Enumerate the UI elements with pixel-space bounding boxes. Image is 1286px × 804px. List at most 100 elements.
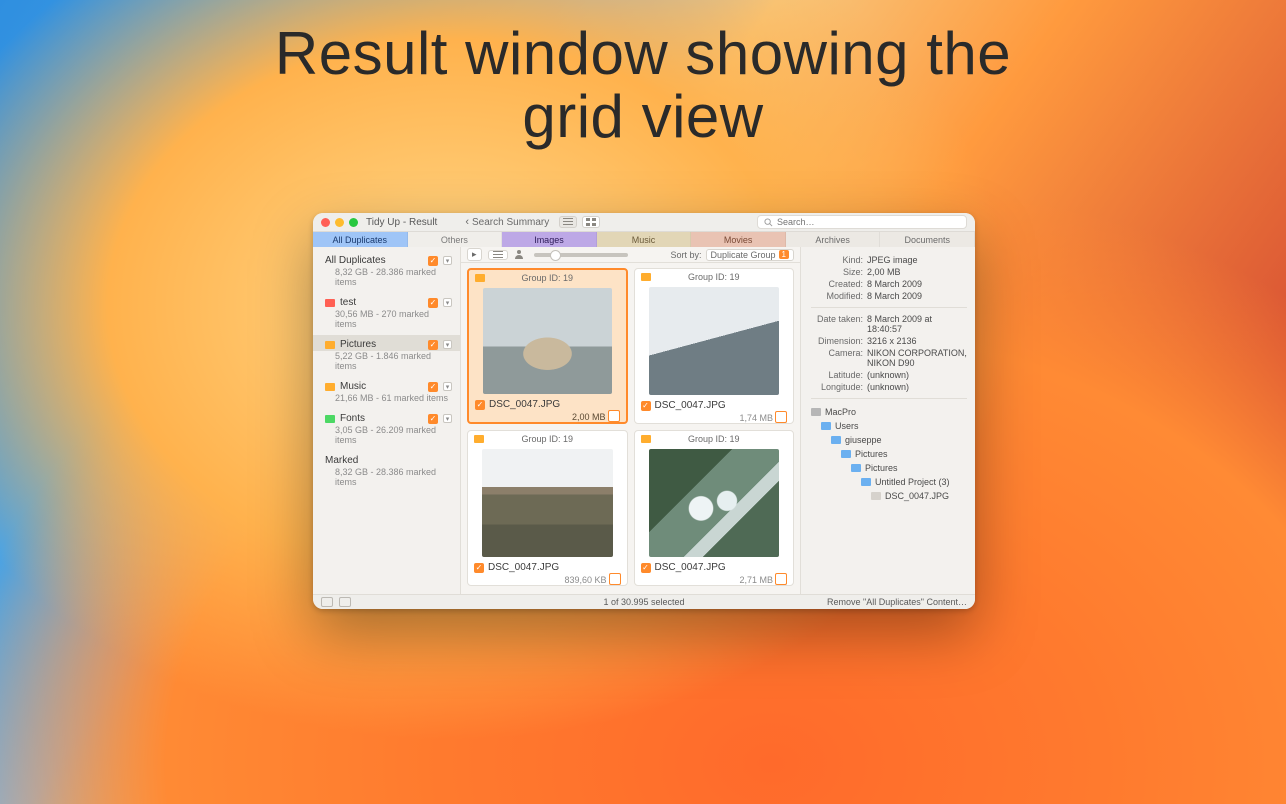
sidebar-item-marked[interactable]: Marked (313, 451, 460, 467)
duplicate-icon[interactable] (777, 575, 787, 585)
thumbnail[interactable] (649, 287, 780, 395)
tree-node[interactable]: DSC_0047.JPG (811, 489, 967, 503)
sort-by-dropdown[interactable]: Duplicate Group 1 (706, 249, 795, 261)
location-sidebar: All Duplicates ✓ ▾ 8,32 GB - 28.386 mark… (313, 247, 461, 594)
tree-node[interactable]: Pictures (811, 447, 967, 461)
traffic-lights (321, 218, 358, 227)
sidebar-item-label: Fonts (340, 413, 365, 424)
sidebar-item-menu[interactable]: ▾ (443, 298, 452, 307)
group-id-label: Group ID: 19 (688, 272, 740, 282)
list-view-button[interactable] (559, 216, 577, 228)
list-icon (493, 251, 503, 259)
meta-value: 2,00 MB (867, 267, 967, 277)
sidebar-item-test[interactable]: test ✓ ▾ (313, 293, 460, 309)
mark-checkbox[interactable]: ✓ (428, 256, 438, 266)
result-card[interactable]: Group ID: 19 ✓DSC_0047.JPG 1,74 MB (634, 268, 795, 424)
meta-key: Dimension: (811, 336, 863, 346)
user-icon (514, 249, 524, 261)
file-size: 839,60 KB (564, 575, 606, 585)
duplicate-icon[interactable] (610, 412, 620, 422)
back-to-search-summary[interactable]: ‹ Search Summary (465, 216, 549, 228)
storage-icon[interactable] (321, 597, 333, 607)
search-field[interactable] (757, 215, 967, 229)
play-button[interactable]: ▸ (467, 248, 482, 261)
tab-others[interactable]: Others (408, 232, 503, 247)
close-window-button[interactable] (321, 218, 330, 227)
titlebar[interactable]: Tidy Up - Result ‹ Search Summary (313, 213, 975, 232)
duplicate-icon[interactable] (777, 413, 787, 423)
tree-node[interactable]: Pictures (811, 461, 967, 475)
mark-checkbox[interactable]: ✓ (428, 382, 438, 392)
sidebar-item-fonts[interactable]: Fonts ✓ ▾ (313, 409, 460, 425)
meta-value: 8 March 2009 at 18:40:57 (867, 314, 967, 334)
sort-by-label: Sort by: (670, 250, 701, 260)
mark-checkbox[interactable]: ✓ (641, 563, 651, 573)
grid-view-button[interactable] (582, 216, 600, 228)
sidebar-item-music[interactable]: Music ✓ ▾ (313, 377, 460, 393)
meta-value: JPEG image (867, 255, 967, 265)
tree-node[interactable]: Untitled Project (3) (811, 475, 967, 489)
thumbnail[interactable] (649, 449, 780, 557)
mark-checkbox[interactable]: ✓ (474, 563, 484, 573)
tab-archives[interactable]: Archives (786, 232, 881, 247)
meta-value: (unknown) (867, 370, 967, 380)
sidebar-item-menu[interactable]: ▾ (443, 382, 452, 391)
meta-value: 8 March 2009 (867, 279, 967, 289)
folder-icon (475, 274, 485, 282)
trash-icon[interactable] (339, 597, 351, 607)
meta-key: Camera: (811, 348, 863, 368)
meta-value: NIKON CORPORATION, NIKON D90 (867, 348, 967, 368)
result-card[interactable]: Group ID: 19 ✓DSC_0047.JPG 839,60 KB (467, 430, 628, 586)
sidebar-item-menu[interactable]: ▾ (443, 256, 452, 265)
thumbnail[interactable] (482, 449, 613, 557)
thumbnail[interactable] (483, 288, 612, 394)
meta-value: 3216 x 2136 (867, 336, 967, 346)
thumbnail-size-slider[interactable] (534, 253, 628, 257)
tab-documents[interactable]: Documents (880, 232, 975, 247)
tree-node[interactable]: Users (811, 419, 967, 433)
result-card[interactable]: Group ID: 19 ✓DSC_0047.JPG 2,00 MB (467, 268, 628, 424)
search-input[interactable] (777, 217, 960, 227)
meta-key: Created: (811, 279, 863, 289)
sidebar-item-all-duplicates[interactable]: All Duplicates ✓ ▾ (313, 251, 460, 267)
file-name: DSC_0047.JPG (655, 562, 726, 573)
list-mini-button[interactable] (488, 250, 508, 260)
result-card[interactable]: Group ID: 19 ✓DSC_0047.JPG 2,71 MB (634, 430, 795, 586)
file-size: 2,71 MB (739, 575, 773, 585)
caption-line-2: grid view (0, 85, 1286, 148)
tree-node[interactable]: MacPro (811, 405, 967, 419)
mark-checkbox[interactable]: ✓ (428, 414, 438, 424)
file-size: 2,00 MB (572, 412, 606, 422)
sidebar-item-menu[interactable]: ▾ (443, 340, 452, 349)
file-name: DSC_0047.JPG (489, 399, 560, 410)
meta-key: Date taken: (811, 314, 863, 334)
sidebar-item-label: Pictures (340, 339, 376, 350)
app-window: Tidy Up - Result ‹ Search Summary All Du… (313, 213, 975, 609)
mark-checkbox[interactable]: ✓ (428, 298, 438, 308)
minimize-window-button[interactable] (335, 218, 344, 227)
tab-all-duplicates[interactable]: All Duplicates (313, 232, 408, 247)
remove-content-button[interactable]: Remove "All Duplicates" Content… (827, 597, 967, 607)
mark-checkbox[interactable]: ✓ (641, 401, 651, 411)
mark-checkbox[interactable]: ✓ (428, 340, 438, 350)
tab-music[interactable]: Music (597, 232, 692, 247)
tab-images[interactable]: Images (502, 232, 597, 247)
sidebar-item-pictures[interactable]: Pictures ✓ ▾ (313, 335, 460, 351)
sidebar-item-label: test (340, 297, 356, 308)
sidebar-item-meta: 3,05 GB - 26.209 marked items (313, 425, 460, 451)
zoom-window-button[interactable] (349, 218, 358, 227)
folder-icon (325, 383, 335, 391)
sidebar-item-menu[interactable]: ▾ (443, 414, 452, 423)
meta-value: (unknown) (867, 382, 967, 392)
results-grid[interactable]: Group ID: 19 ✓ DSC_0047.JPG 2,00 MB Group… (461, 263, 800, 594)
sort-badge: 1 (779, 250, 789, 259)
divider (811, 398, 967, 399)
tree-node[interactable]: giuseppe (811, 433, 967, 447)
sidebar-item-meta: 30,56 MB - 270 marked items (313, 309, 460, 335)
duplicate-icon[interactable] (611, 575, 621, 585)
mark-checkbox[interactable]: ✓ (475, 400, 485, 410)
sidebar-item-label: Marked (325, 455, 358, 466)
meta-value: 8 March 2009 (867, 291, 967, 301)
file-name: DSC_0047.JPG (488, 562, 559, 573)
tab-movies[interactable]: Movies (691, 232, 786, 247)
